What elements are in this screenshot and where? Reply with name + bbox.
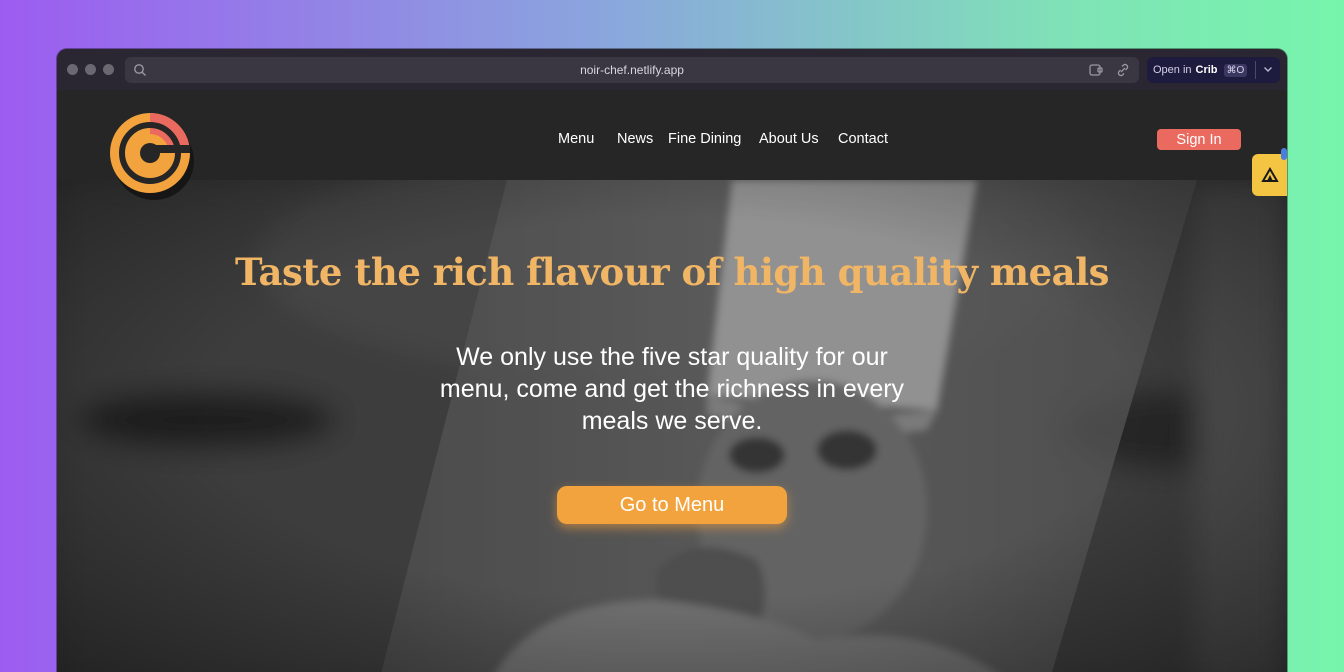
nav-link-menu[interactable]: Menu [558, 131, 594, 147]
nav-link-news[interactable]: News [617, 131, 653, 147]
browser-toolbar: noir-chef.netlify.app Open in Crib ⌘O [57, 49, 1287, 90]
close-dot[interactable] [67, 64, 78, 75]
hero-subtext: We only use the five star quality for ou… [439, 343, 905, 435]
chevron-down-icon[interactable] [1261, 62, 1275, 76]
nav-link-contact[interactable]: Contact [838, 131, 888, 147]
crib-shortcut: ⌘O [1223, 63, 1248, 77]
search-icon [134, 64, 146, 76]
address-bar[interactable]: noir-chef.netlify.app [125, 57, 1139, 83]
triangle-logo-icon [1260, 167, 1279, 182]
url-text: noir-chef.netlify.app [580, 63, 684, 77]
link-icon[interactable] [1115, 62, 1131, 78]
minimize-dot[interactable] [85, 64, 96, 75]
extension-indicator [1281, 148, 1287, 160]
crib-prefix: Open in [1153, 64, 1192, 76]
crib-brand: Crib [1195, 64, 1218, 76]
extension-icon[interactable] [1088, 62, 1104, 78]
brand-logo[interactable] [106, 109, 198, 201]
nav-link-fine-dining[interactable]: Fine Dining [668, 131, 741, 147]
maximize-dot[interactable] [103, 64, 114, 75]
hero-headline: Taste the rich flavour of high quality m… [235, 250, 1109, 294]
sign-in-button[interactable]: Sign In [1157, 129, 1241, 150]
go-to-menu-button[interactable]: Go to Menu [557, 486, 787, 524]
extension-side-tab[interactable] [1252, 148, 1287, 196]
browser-window: noir-chef.netlify.app Open in Crib ⌘O Me… [57, 49, 1287, 672]
nav-link-about-us[interactable]: About Us [759, 131, 819, 147]
window-controls [67, 64, 114, 75]
crib-divider [1255, 61, 1256, 79]
open-in-crib-button[interactable]: Open in Crib ⌘O [1147, 57, 1280, 83]
